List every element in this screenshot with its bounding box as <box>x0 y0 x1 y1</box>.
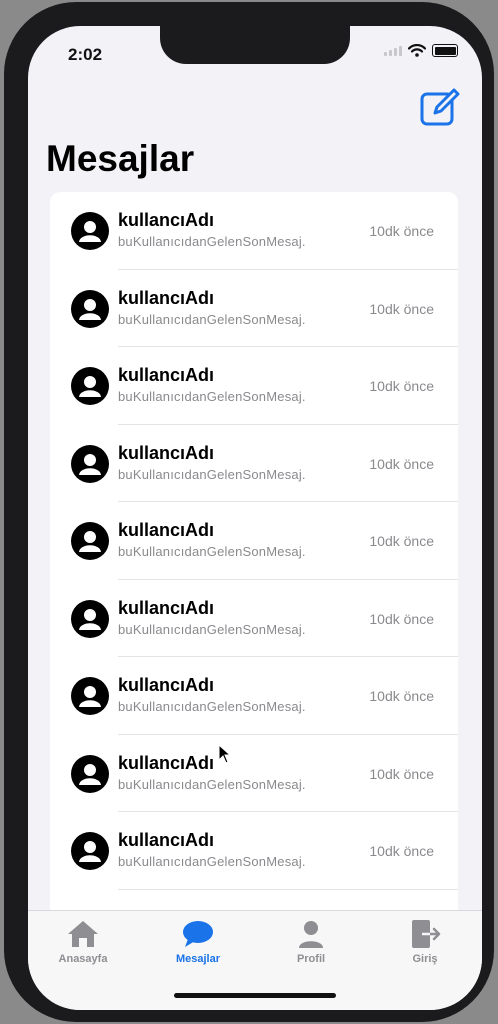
wifi-icon <box>408 44 426 57</box>
username: kullancıAdı <box>118 675 215 695</box>
last-message: buKullanıcıdanGelenSonMesaj. <box>118 699 306 714</box>
message-time: 10dk önce <box>369 223 434 239</box>
last-message: buKullanıcıdanGelenSonMesaj. <box>118 466 306 482</box>
message-time: 10dk önce <box>369 300 434 317</box>
tab-mesajlar[interactable]: Mesajlar <box>143 917 253 965</box>
avatar <box>71 522 109 560</box>
username: kullancıAdı <box>118 520 215 540</box>
avatar <box>71 367 109 405</box>
tab-giris[interactable]: Giriş <box>370 917 480 965</box>
status-icons <box>384 44 458 57</box>
message-row[interactable]: kullancıAdı buKullanıcıdanGelenSonMesaj. 1… <box>50 347 458 425</box>
last-message: buKullanıcıdanGelenSonMesaj. <box>118 311 306 327</box>
username: kullancıAdı <box>118 287 215 308</box>
tab-label: Anasayfa <box>58 953 108 965</box>
house-icon <box>68 921 98 947</box>
person-avatar-icon <box>79 453 101 475</box>
username: kullancıAdı <box>118 597 215 618</box>
message-time: 10dk önce <box>369 378 434 394</box>
person-avatar-icon <box>79 608 101 630</box>
last-message: buKullanıcıdanGelenSonMesaj. <box>118 389 306 404</box>
message-row[interactable]: kullancıAdı buKullanıcıdanGelenSonMesaj. 1… <box>50 425 458 502</box>
tab-bar: Anasayfa Mesajlar Profil Giriş <box>28 910 482 1010</box>
message-time: 10dk önce <box>369 688 434 704</box>
message-time: 10dk önce <box>369 765 434 782</box>
message-list[interactable]: kullancıAdı buKullanıcıdanGelenSonMesaj. 1… <box>50 192 458 932</box>
chat-bubble-icon <box>183 921 213 947</box>
message-time: 10dk önce <box>369 610 434 627</box>
message-row[interactable]: kullancıAdı buKullanıcıdanGelenSonMesaj. 1… <box>50 502 458 580</box>
door-exit-icon <box>412 920 441 948</box>
message-row[interactable]: kullancıAdı buKullanıcıdanGelenSonMesaj. 1… <box>50 270 458 347</box>
message-time: 10dk önce <box>369 455 434 472</box>
username: kullancıAdı <box>118 365 215 385</box>
compose-icon[interactable] <box>418 86 462 130</box>
tab-profil[interactable]: Profil <box>256 917 366 965</box>
username: kullancıAdı <box>118 442 215 463</box>
username: kullancıAdı <box>118 210 215 230</box>
tab-label: Profil <box>296 953 326 965</box>
battery-icon <box>432 44 458 57</box>
screen: 2:02 Mesajlar kullancıAdı buKullanıcıdanG… <box>28 26 482 1010</box>
person-avatar-icon <box>79 763 101 785</box>
avatar <box>71 599 109 638</box>
person-avatar-icon <box>79 841 101 862</box>
tab-label: Mesajlar <box>175 953 221 965</box>
avatar <box>71 677 109 715</box>
avatar <box>71 212 109 250</box>
status-time: 2:02 <box>68 45 103 64</box>
last-message: buKullanıcıdanGelenSonMesaj. <box>118 544 306 559</box>
divider <box>118 888 458 890</box>
page-title: Mesajlar <box>46 138 195 179</box>
mouse-cursor-icon <box>218 744 232 764</box>
last-message: buKullanıcıdanGelenSonMesaj. <box>118 234 306 249</box>
home-indicator[interactable] <box>174 993 336 998</box>
message-row[interactable]: kullancıAdı buKullanıcıdanGelenSonMesaj. 1… <box>50 812 458 890</box>
notch <box>160 26 350 64</box>
message-time: 10dk önce <box>369 533 434 549</box>
person-avatar-icon <box>79 531 101 552</box>
message-row[interactable]: kullancıAdı buKullanıcıdanGelenSonMesaj. 1… <box>50 657 458 735</box>
person-avatar-icon <box>79 686 101 707</box>
message-row[interactable]: kullancıAdı buKullanıcıdanGelenSonMesaj. 1… <box>50 735 458 812</box>
person-avatar-icon <box>79 221 101 242</box>
last-message: buKullanıcıdanGelenSonMesaj. <box>118 621 306 637</box>
message-row[interactable]: kullancıAdı buKullanıcıdanGelenSonMesaj. 1… <box>50 192 458 270</box>
avatar <box>71 289 109 328</box>
avatar <box>71 754 109 793</box>
tab-anasayfa[interactable]: Anasayfa <box>28 917 138 965</box>
person-icon <box>299 921 323 948</box>
tab-label: Giriş <box>412 953 438 965</box>
last-message: buKullanıcıdanGelenSonMesaj. <box>118 854 306 869</box>
username: kullancıAdı <box>118 830 215 850</box>
message-row[interactable]: kullancıAdı buKullanıcıdanGelenSonMesaj. 1… <box>50 580 458 657</box>
person-avatar-icon <box>79 298 101 320</box>
cellular-signal-icon <box>384 45 402 56</box>
username: kullancıAdı <box>118 752 215 773</box>
avatar <box>71 444 109 483</box>
last-message: buKullanıcıdanGelenSonMesaj. <box>118 776 306 792</box>
message-time: 10dk önce <box>369 843 434 859</box>
avatar <box>71 832 109 870</box>
phone-frame: 2:02 Mesajlar kullancıAdı buKullanıcıdanG… <box>4 2 494 1022</box>
person-avatar-icon <box>79 376 101 397</box>
